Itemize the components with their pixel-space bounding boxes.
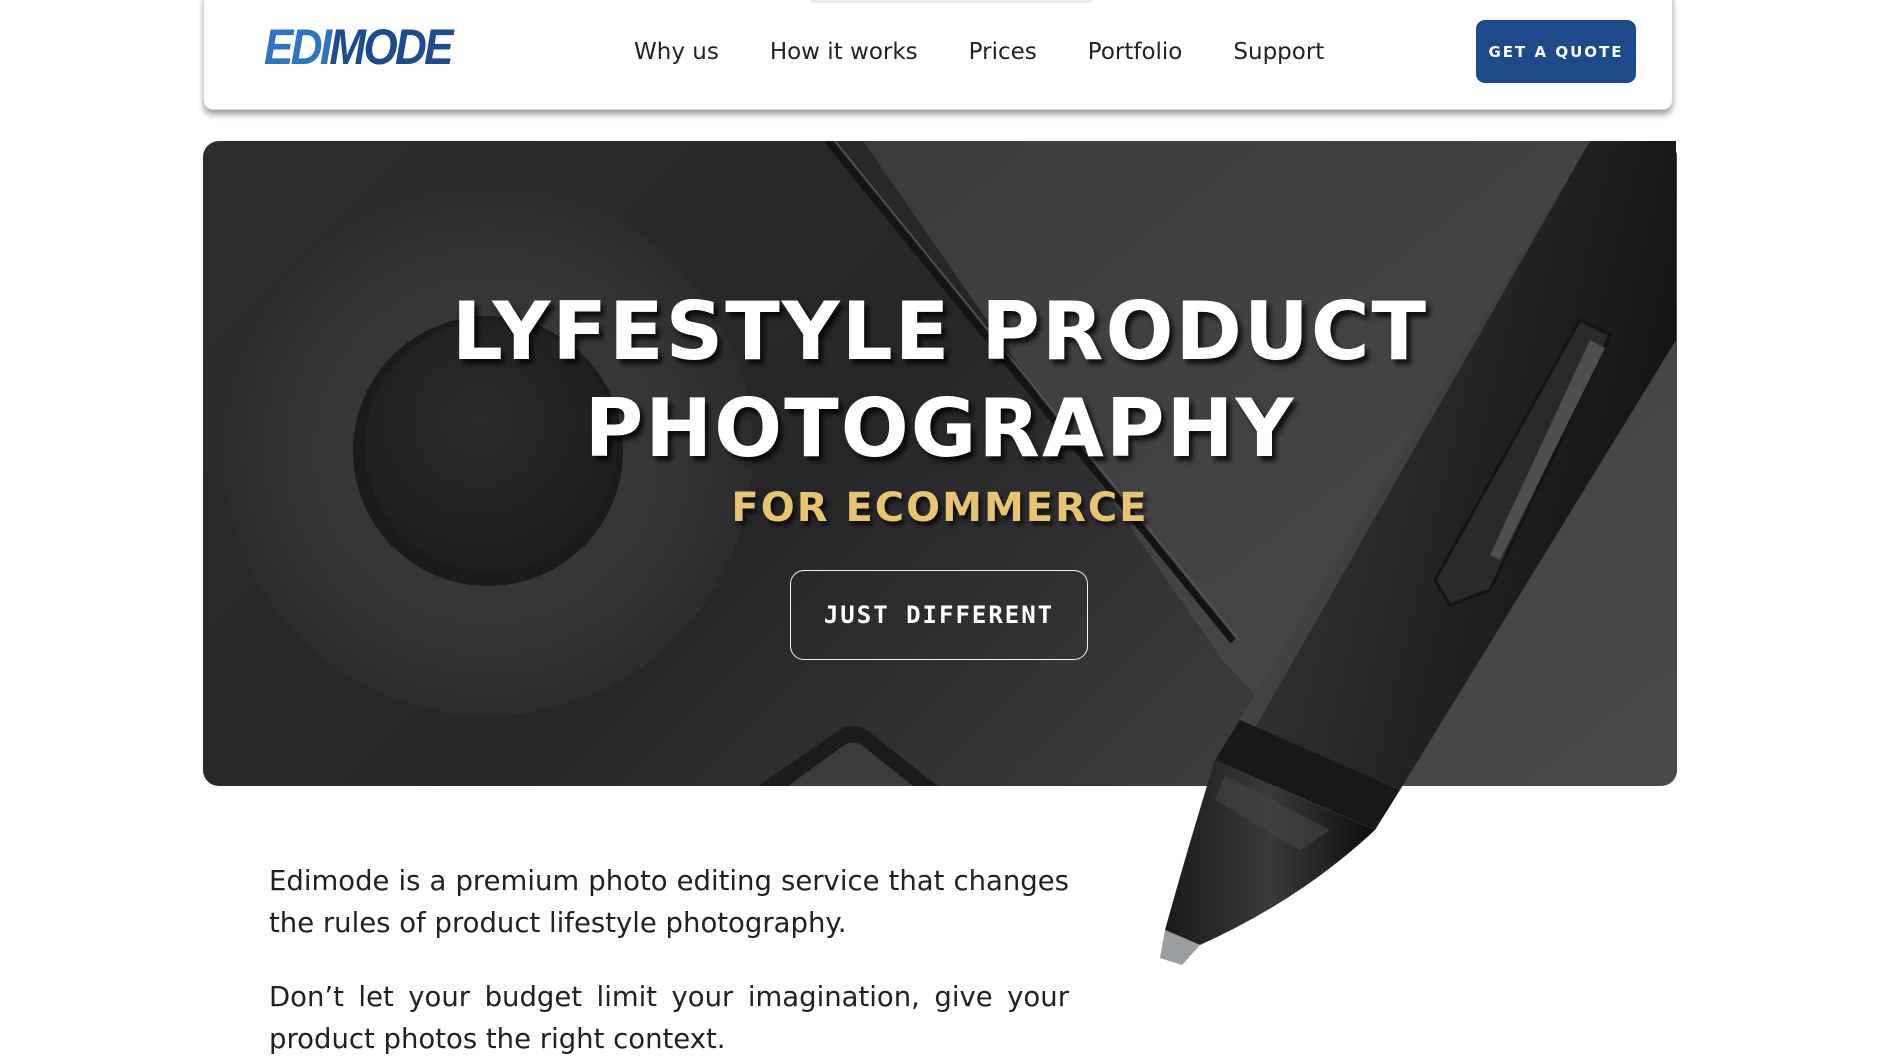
site-header: EDI MODE Why us How it works Prices Portf… bbox=[203, 0, 1673, 110]
nav-item-portfolio[interactable]: Portfolio bbox=[1088, 39, 1183, 65]
hero-title-line-2: PHOTOGRAPHY bbox=[584, 382, 1296, 475]
intro-copy: Edimode is a premium photo editing servi… bbox=[269, 860, 1069, 1056]
intro-paragraph-1: Edimode is a premium photo editing servi… bbox=[269, 865, 1069, 939]
main-nav: Why us How it works Prices Portfolio Sup… bbox=[634, 0, 1375, 110]
hero-banner: LYFESTYLE PRODUCT PHOTOGRAPHY FOR ECOMME… bbox=[203, 141, 1677, 786]
logo-part-edi: EDI bbox=[264, 19, 332, 75]
nav-item-why-us[interactable]: Why us bbox=[634, 39, 719, 65]
just-different-button[interactable]: JUST DIFFERENT bbox=[790, 570, 1088, 660]
hero-subtitle: FOR ECOMMERCE bbox=[731, 485, 1149, 531]
hero-title-line-1: LYFESTYLE PRODUCT bbox=[451, 285, 1429, 378]
nav-item-how-it-works[interactable]: How it works bbox=[770, 39, 918, 65]
nav-item-prices[interactable]: Prices bbox=[969, 39, 1037, 65]
page: EDI MODE Why us How it works Prices Portf… bbox=[0, 0, 1878, 1056]
top-scroll-indicator bbox=[810, 0, 1092, 3]
logo-part-mode: MODE bbox=[329, 19, 453, 75]
get-a-quote-button[interactable]: GET A QUOTE bbox=[1476, 20, 1636, 83]
intro-paragraph-2: Don’t let your budget limit your imagina… bbox=[269, 981, 1069, 1055]
edimode-logo[interactable]: EDI MODE bbox=[264, 19, 454, 75]
hero-title: LYFESTYLE PRODUCT PHOTOGRAPHY bbox=[203, 283, 1677, 477]
nav-item-support[interactable]: Support bbox=[1233, 39, 1324, 65]
